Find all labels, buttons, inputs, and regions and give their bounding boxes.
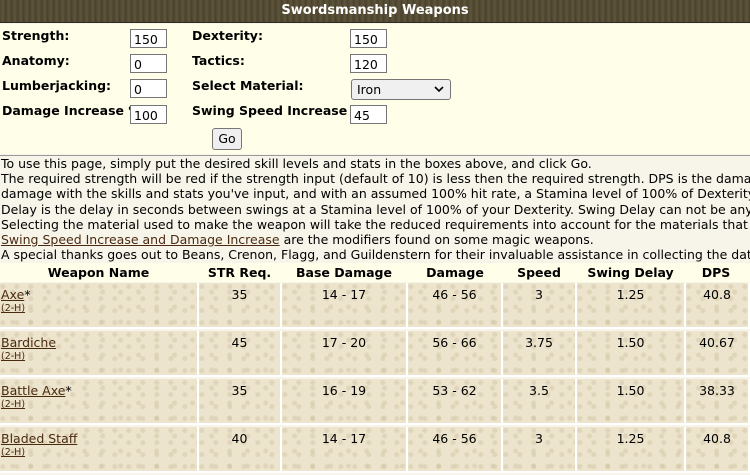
material-value: Iron (357, 82, 382, 97)
hands-label: (2-H) (1, 351, 26, 362)
header-weapon-name[interactable]: Weapon Name (0, 263, 197, 282)
hands-label: (2-H) (1, 399, 26, 410)
str-req-cell: 35 (199, 379, 282, 425)
swing-delay-cell: 1.25 (577, 427, 686, 473)
anatomy-input[interactable]: 0 (130, 54, 167, 73)
weapon-name-cell: Battle Axe* (2-H) (0, 379, 199, 425)
str-req-cell: 35 (199, 283, 282, 329)
damage-increase-label: Damage Increase %: (2, 103, 146, 118)
instruction-line: Selecting the material used to make the … (1, 216, 750, 232)
damage-cell: 53 - 62 (408, 379, 503, 425)
dexterity-label: Dexterity: (192, 28, 263, 43)
instruction-line: Swing Speed Increase and Damage Increase… (0, 232, 750, 247)
header-base-damage[interactable]: Base Damage (282, 263, 406, 282)
table-row: Bladed Staff (2-H) 40 14 - 17 46 - 56 3 1.25 40… (0, 427, 750, 473)
header-speed[interactable]: Speed (503, 263, 575, 282)
tactics-label: Tactics: (192, 53, 245, 68)
table-row: Axe* (2-H) 35 14 - 17 46 - 56 3 1.25 40.8 (0, 283, 750, 329)
instruction-line: damage with the skills and stats you've … (1, 186, 750, 202)
str-req-cell: 40 (199, 427, 282, 473)
strength-input[interactable]: 150 (130, 29, 167, 48)
weapon-link[interactable]: Bladed Staff (1, 431, 77, 446)
swing-delay-cell: 1.25 (577, 283, 686, 329)
material-select[interactable]: Iron (351, 79, 451, 100)
lumberjacking-label: Lumberjacking: (2, 78, 112, 93)
speed-cell: 3.75 (503, 331, 577, 377)
strength-label: Strength: (2, 28, 70, 43)
header-dps[interactable]: DPS (686, 263, 746, 282)
weapon-mark: * (65, 383, 72, 398)
modifiers-text: are the modifiers found on some magic we… (279, 232, 594, 248)
speed-cell: 3.5 (503, 379, 577, 425)
anatomy-label: Anatomy: (2, 53, 70, 68)
dps-cell: 40.8 (686, 427, 750, 473)
lumberjacking-input[interactable]: 0 (130, 79, 167, 98)
header-damage[interactable]: Damage (408, 263, 502, 282)
weapon-name-cell: Axe* (2-H) (0, 283, 199, 329)
material-label: Select Material: (192, 78, 304, 93)
base-damage-cell: 14 - 17 (282, 283, 408, 329)
weapon-link[interactable]: Battle Axe (1, 383, 65, 398)
damage-cell: 46 - 56 (408, 427, 503, 473)
tactics-input[interactable]: 120 (350, 54, 387, 73)
weapon-name-cell: Bardiche (2-H) (0, 331, 199, 377)
speed-cell: 3 (503, 427, 577, 473)
swing-speed-label: Swing Speed Increase %: (192, 103, 370, 118)
damage-cell: 56 - 66 (408, 331, 503, 377)
swing-delay-cell: 1.50 (577, 331, 686, 377)
page-title: Swordsmanship Weapons (0, 0, 750, 23)
table-header: Weapon Name STR Req. Base Damage Damage … (0, 263, 750, 282)
weapon-link[interactable]: Bardiche (1, 335, 56, 350)
instruction-line: To use this page, simply put the desired… (1, 156, 592, 171)
dps-cell: 40.67 (686, 331, 750, 377)
speed-cell: 3 (503, 283, 577, 329)
weapon-mark: * (24, 287, 31, 302)
modifiers-link[interactable]: Swing Speed Increase and Damage Increase (1, 232, 280, 247)
hands-label: (2-H) (1, 303, 26, 314)
dexterity-input[interactable]: 150 (350, 29, 387, 48)
go-button[interactable]: Go (212, 128, 242, 150)
swing-speed-input[interactable]: 45 (350, 105, 387, 124)
chevron-down-icon (434, 81, 444, 104)
header-swing-delay[interactable]: Swing Delay (577, 263, 684, 282)
skill-form: Strength: 150 Anatomy: 0 Lumberjacking: … (0, 24, 750, 154)
base-damage-cell: 16 - 19 (282, 379, 408, 425)
instruction-line: The required strength will be red if the… (1, 171, 750, 187)
hands-label: (2-H) (1, 447, 26, 458)
base-damage-cell: 14 - 17 (282, 427, 408, 473)
dps-cell: 40.8 (686, 283, 750, 329)
instructions: To use this page, simply put the desired… (0, 155, 750, 264)
damage-cell: 46 - 56 (408, 283, 503, 329)
weapon-name-cell: Bladed Staff (2-H) (0, 427, 199, 473)
damage-increase-input[interactable]: 100 (130, 105, 167, 124)
str-req-cell: 45 (199, 331, 282, 377)
base-damage-cell: 17 - 20 (282, 331, 408, 377)
dps-cell: 38.33 (686, 379, 750, 425)
swing-delay-cell: 1.50 (577, 379, 686, 425)
instruction-line: A special thanks goes out to Beans, Cren… (1, 247, 750, 263)
table-row: Battle Axe* (2-H) 35 16 - 19 53 - 62 3.5 1.50 3… (0, 379, 750, 425)
weapon-link[interactable]: Axe (1, 287, 24, 302)
table-row: Bardiche (2-H) 45 17 - 20 56 - 66 3.75 1.50 40.… (0, 331, 750, 377)
instruction-line: Delay is the delay in seconds between sw… (1, 201, 750, 217)
header-str-req[interactable]: STR Req. (199, 263, 280, 282)
